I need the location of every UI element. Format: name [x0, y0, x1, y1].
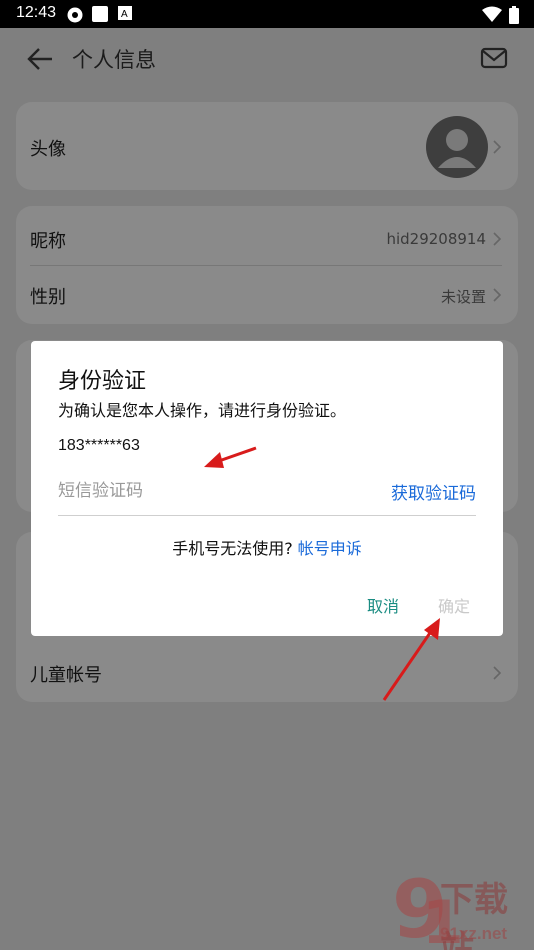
vpn-icon	[67, 7, 83, 23]
chevron-right-icon	[493, 666, 502, 680]
mail-icon[interactable]	[480, 46, 508, 70]
masked-phone-number: 183******63	[58, 437, 140, 454]
page-title: 个人信息	[72, 48, 156, 72]
gender-value: 未设置	[440, 288, 486, 306]
wifi-icon	[482, 6, 502, 22]
nickname-row[interactable]: 昵称 hid29208914	[16, 210, 518, 266]
help-line: 手机号无法使用? 帐号申诉	[31, 535, 503, 559]
avatar-card[interactable]: 头像	[16, 102, 518, 190]
nickname-label: 昵称	[30, 231, 66, 252]
avatar[interactable]	[426, 116, 488, 178]
user-silhouette-icon	[438, 129, 476, 168]
confirm-button[interactable]: 确定	[438, 593, 470, 617]
dialog-description: 为确认是您本人操作，请进行身份验证。	[58, 401, 347, 420]
chevron-right-icon	[493, 140, 502, 154]
child-account-row[interactable]: 儿童帐号	[16, 644, 518, 700]
dialog-title: 身份验证	[58, 369, 147, 394]
chevron-right-icon	[493, 288, 502, 302]
account-appeal-link[interactable]: 帐号申诉	[298, 539, 362, 558]
svg-text:A: A	[121, 9, 128, 20]
back-arrow-icon[interactable]	[26, 46, 54, 72]
basic-info-card: 昵称 hid29208914 性别 未设置	[16, 206, 518, 324]
get-code-button[interactable]: 获取验证码	[391, 479, 476, 504]
notification-icon	[92, 6, 108, 22]
input-underline	[58, 515, 476, 516]
status-time: 12:43	[16, 4, 57, 21]
child-account-label: 儿童帐号	[30, 665, 102, 686]
avatar-label: 头像	[30, 139, 66, 160]
battery-icon	[509, 6, 519, 24]
gender-label: 性别	[30, 287, 66, 308]
identity-verification-dialog: 身份验证 为确认是您本人操作，请进行身份验证。 183******63 获取验证…	[31, 341, 503, 636]
app-header: 个人信息	[0, 28, 534, 90]
sms-code-input[interactable]	[58, 476, 378, 506]
status-bar: 12:43 A	[0, 0, 534, 28]
nickname-value: hid29208914	[386, 230, 486, 248]
cancel-button[interactable]: 取消	[367, 593, 399, 617]
watermark-url: 91xz.net	[440, 924, 508, 943]
help-text: 手机号无法使用?	[172, 539, 293, 558]
gender-row[interactable]: 性别 未设置	[16, 266, 518, 322]
chevron-right-icon	[493, 232, 502, 246]
app-notification-icon: A	[118, 6, 132, 20]
